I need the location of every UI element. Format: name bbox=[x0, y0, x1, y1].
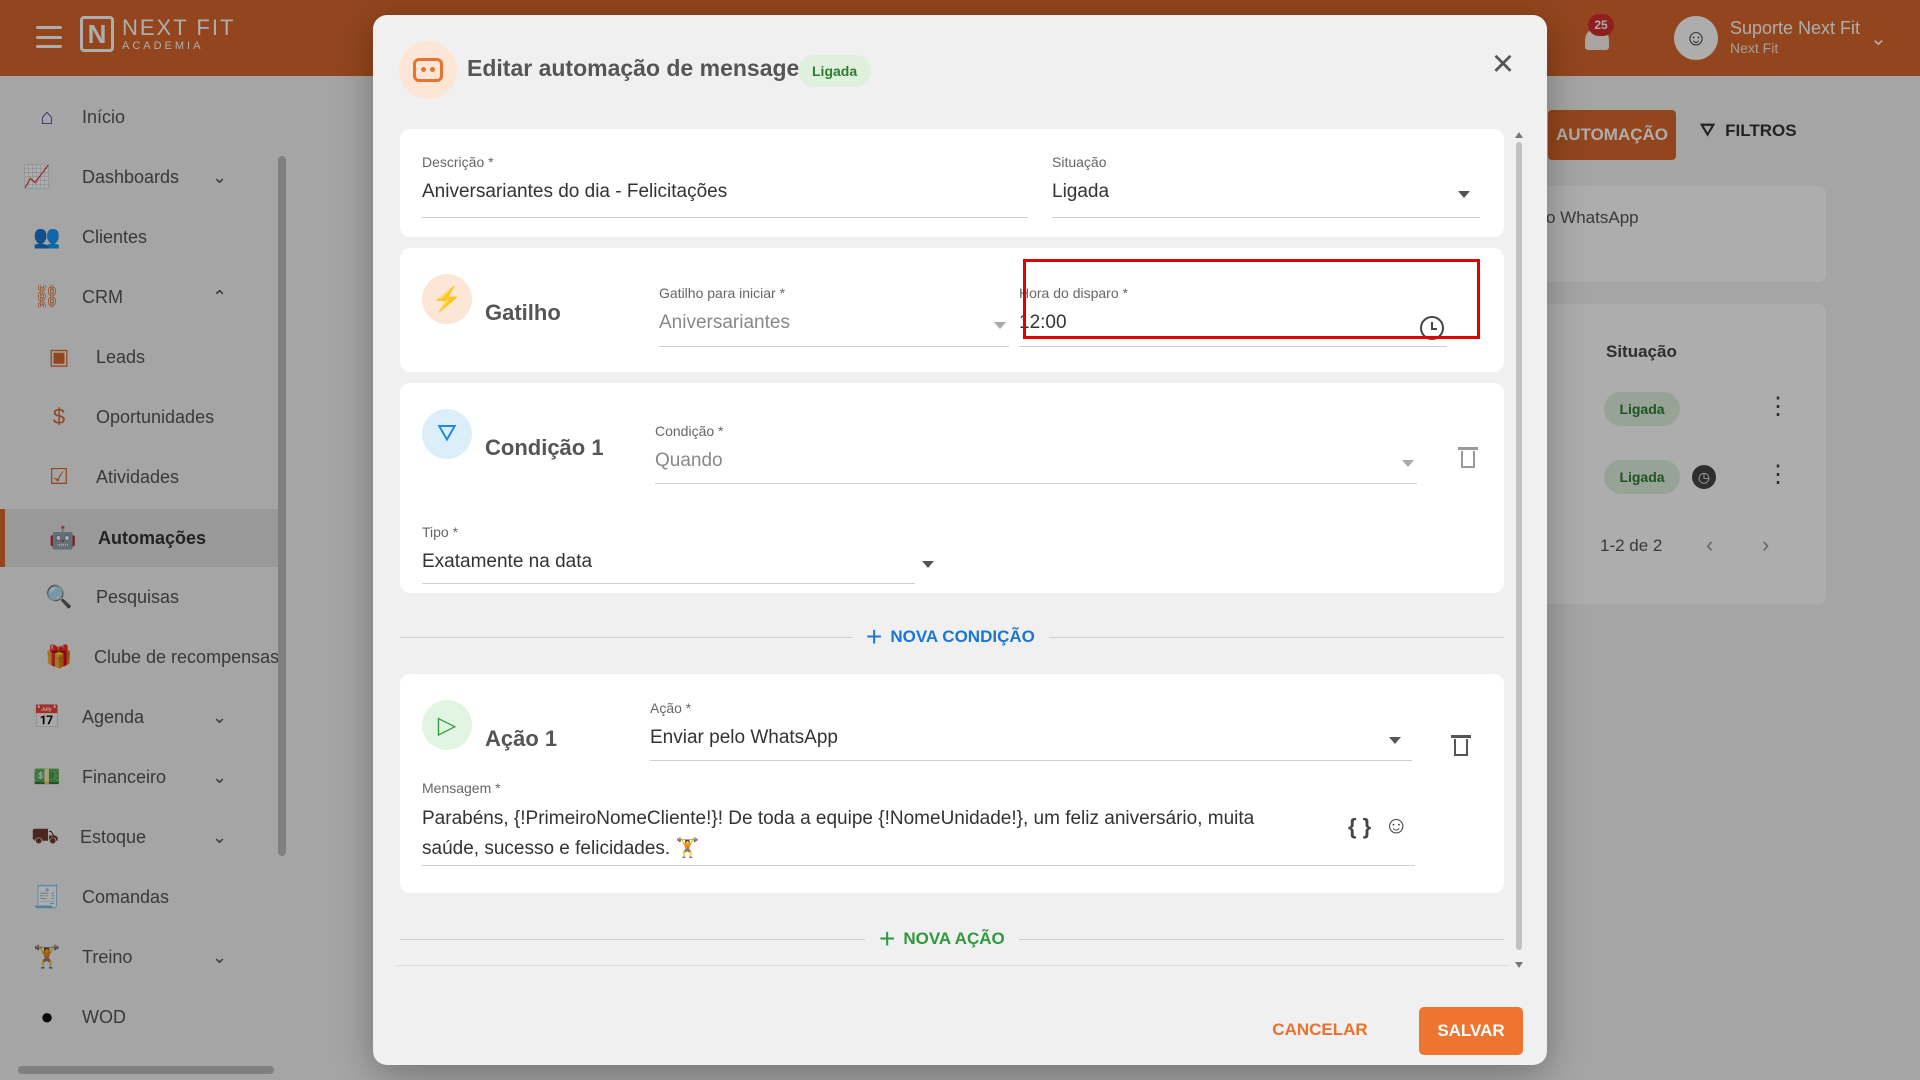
save-button[interactable]: SALVAR bbox=[1419, 1007, 1523, 1055]
add-action-button[interactable]: + NOVA AÇÃO bbox=[865, 925, 1019, 953]
action-select[interactable]: Enviar pelo WhatsApp bbox=[650, 727, 838, 749]
trash-icon[interactable] bbox=[1458, 445, 1478, 469]
dropdown-arrow-icon[interactable] bbox=[922, 561, 934, 568]
status-badge: Ligada bbox=[798, 55, 872, 87]
mensagem-line1[interactable]: Parabéns, {!PrimeiroNomeCliente!}! De to… bbox=[422, 808, 1254, 830]
action-card: ▷ Ação 1 Ação * Enviar pelo WhatsApp Men… bbox=[400, 674, 1504, 893]
add-condition-label: NOVA CONDIÇÃO bbox=[890, 627, 1035, 646]
action-underline bbox=[650, 760, 1412, 761]
tipo-underline bbox=[422, 583, 915, 584]
plus-icon: + bbox=[866, 621, 883, 652]
dropdown-arrow-icon[interactable] bbox=[1458, 191, 1470, 198]
highlight-box bbox=[1023, 259, 1480, 339]
trigger-label: Gatilho para iniciar * bbox=[659, 285, 786, 301]
dropdown-arrow-icon[interactable] bbox=[994, 322, 1006, 329]
trigger-select[interactable]: Aniversariantes bbox=[659, 312, 790, 334]
description-card: Descrição * Aniversariantes do dia - Fel… bbox=[400, 129, 1504, 237]
plus-icon: + bbox=[879, 923, 896, 954]
lightning-icon: ⚡ bbox=[422, 274, 472, 324]
close-icon[interactable]: × bbox=[1487, 45, 1519, 83]
dialog-title: Editar automação de mensagens bbox=[467, 55, 827, 81]
emoji-icon[interactable]: ☺ bbox=[1384, 812, 1409, 840]
tipo-label: Tipo * bbox=[422, 524, 459, 540]
filter-icon: ⛛ bbox=[422, 409, 472, 459]
add-action-label: NOVA AÇÃO bbox=[903, 929, 1005, 948]
trash-icon[interactable] bbox=[1451, 733, 1471, 757]
situacao-underline bbox=[1052, 217, 1480, 218]
condition-label: Condição * bbox=[655, 423, 724, 439]
cancel-button[interactable]: CANCELAR bbox=[1265, 1007, 1375, 1053]
variables-icon[interactable]: { } bbox=[1348, 814, 1371, 840]
footer-divider bbox=[397, 965, 1509, 966]
condition-underline bbox=[655, 483, 1417, 484]
tipo-select[interactable]: Exatamente na data bbox=[422, 551, 592, 573]
play-icon: ▷ bbox=[422, 700, 472, 750]
mensagem-line2[interactable]: saúde, sucesso e felicidades. 🏋️ bbox=[422, 836, 699, 860]
dropdown-arrow-icon[interactable] bbox=[1402, 460, 1414, 467]
dialog-scrollbar[interactable] bbox=[1513, 130, 1525, 970]
descricao-input[interactable]: Aniversariantes do dia - Felicitações bbox=[422, 181, 727, 203]
action-label: Ação * bbox=[650, 700, 692, 716]
condition-card: ⛛ Condição 1 Condição * Quando Tipo * Ex… bbox=[400, 383, 1504, 593]
condition-title: Condição 1 bbox=[485, 435, 604, 460]
situacao-label: Situação bbox=[1052, 154, 1107, 170]
descricao-underline bbox=[422, 217, 1028, 218]
mensagem-underline bbox=[422, 865, 1415, 866]
dropdown-arrow-icon[interactable] bbox=[1389, 737, 1401, 744]
robot-icon bbox=[399, 41, 457, 99]
descricao-label: Descrição * bbox=[422, 154, 494, 170]
situacao-select[interactable]: Ligada bbox=[1052, 181, 1109, 203]
edit-automation-dialog: Editar automação de mensagens Ligada × D… bbox=[373, 15, 1547, 1065]
add-condition-button[interactable]: + NOVA CONDIÇÃO bbox=[852, 623, 1049, 651]
trigger-underline bbox=[659, 346, 1009, 347]
mensagem-label: Mensagem * bbox=[422, 780, 501, 796]
trigger-title: Gatilho bbox=[485, 300, 561, 325]
time-underline bbox=[1019, 346, 1447, 347]
action-title: Ação 1 bbox=[485, 726, 558, 751]
condition-select[interactable]: Quando bbox=[655, 450, 723, 472]
